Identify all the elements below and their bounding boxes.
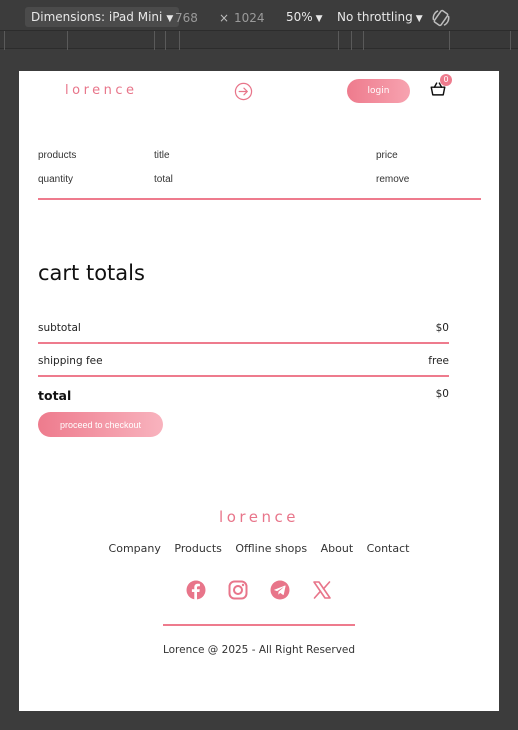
footer-link-offline-shops[interactable]: Offline shops [235, 542, 307, 555]
telegram-icon[interactable] [270, 580, 290, 600]
copyright-text: Lorence @ 2025 - All Right Reserved [162, 644, 356, 656]
facebook-icon[interactable] [186, 580, 206, 600]
total-label: total [38, 388, 72, 403]
device-select[interactable]: Dimensions: iPad Mini ▼ [25, 7, 180, 27]
login-button[interactable]: login [347, 79, 410, 103]
column-header-price: price [376, 150, 398, 161]
emulated-page: lorence login 0 products title price qua… [19, 71, 499, 711]
footer-link-contact[interactable]: Contact [367, 542, 410, 555]
x-icon[interactable] [312, 580, 332, 600]
footer-divider [163, 624, 355, 626]
proceed-to-checkout-button[interactable]: proceed to checkout [38, 412, 163, 437]
zoom-label: 50% [286, 10, 313, 24]
chevron-down-icon: ▼ [415, 14, 423, 24]
footer-link-products[interactable]: Products [174, 542, 222, 555]
shipping-label: shipping fee [38, 355, 103, 367]
chevron-down-icon: ▼ [315, 14, 323, 24]
column-header-products: products [38, 150, 77, 161]
total-value: $0 [435, 388, 449, 400]
dimension-separator: × [219, 11, 230, 25]
media-query-ruler[interactable] [0, 30, 518, 50]
column-header-title: title [154, 150, 170, 161]
height-input[interactable]: 1024 [234, 11, 265, 25]
footer-nav: Company Products Offline shops About Con… [19, 542, 499, 555]
throttling-select[interactable]: No throttling ▼ [337, 10, 423, 24]
chevron-down-icon: ▼ [166, 14, 174, 24]
column-header-quantity: quantity [38, 174, 74, 185]
divider [38, 342, 449, 344]
throttling-label: No throttling [337, 10, 413, 24]
divider [38, 375, 449, 377]
total-row: total $0 [38, 388, 449, 403]
cart-totals-title: cart totals [38, 261, 145, 285]
instagram-icon[interactable] [228, 580, 248, 600]
device-select-label: Dimensions: iPad Mini [31, 10, 163, 24]
subtotal-label: subtotal [38, 322, 81, 334]
column-header-remove: remove [376, 174, 410, 185]
width-input[interactable]: 768 [175, 11, 198, 25]
footer-logo: lorence [219, 508, 299, 526]
subtotal-value: $0 [435, 322, 449, 334]
column-header-total: total [154, 174, 173, 185]
shipping-row: shipping fee free [38, 355, 449, 367]
table-header-divider [38, 198, 481, 200]
arrow-right-circle-icon[interactable] [234, 82, 253, 101]
header-logo[interactable]: lorence [65, 83, 138, 98]
shipping-value: free [428, 355, 449, 367]
cart-count-badge: 0 [440, 74, 452, 86]
zoom-select[interactable]: 50% ▼ [286, 10, 323, 24]
rotate-icon[interactable] [431, 8, 451, 28]
footer-link-about[interactable]: About [321, 542, 354, 555]
subtotal-row: subtotal $0 [38, 322, 449, 334]
footer-link-company[interactable]: Company [109, 542, 161, 555]
